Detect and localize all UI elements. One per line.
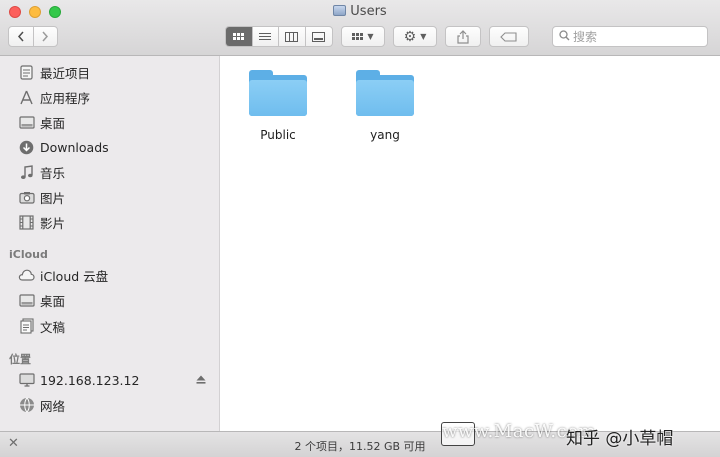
- arrange-button[interactable]: ▼: [341, 26, 385, 47]
- titlebar: Users ▼ ⚙ ▼ 搜索: [0, 0, 720, 56]
- sidebar-item-label: 影片: [40, 215, 66, 231]
- list-view-button[interactable]: [253, 27, 279, 46]
- desktop-icon: [18, 114, 35, 131]
- chevron-right-icon: [42, 31, 49, 42]
- sidebar-item-label: iCloud 云盘: [40, 268, 109, 284]
- gallery-view-icon: [312, 31, 326, 42]
- downloads-icon: [18, 139, 35, 156]
- watermark-zhihu: 知乎 @小草帽: [566, 429, 674, 449]
- drive-icon: [333, 5, 347, 16]
- nav-button-group: [8, 26, 58, 47]
- sidebar-item-label: 桌面: [40, 293, 66, 309]
- window-title-text: Users: [350, 4, 387, 19]
- folder-item[interactable]: Public: [233, 70, 323, 142]
- tag-icon: [500, 31, 517, 42]
- sidebar-item-label: 图片: [40, 190, 66, 206]
- finder-window: Users ▼ ⚙ ▼ 搜索 最近项目 应用程序 桌面 Downloads 音乐…: [0, 0, 720, 457]
- list-view-icon: [259, 31, 272, 42]
- sidebar-item-movies[interactable]: 影片: [18, 212, 65, 232]
- icloud-drive-icon: [18, 267, 35, 284]
- sidebar-item-pictures[interactable]: 图片: [18, 187, 65, 207]
- sidebar-item-music[interactable]: 音乐: [18, 162, 65, 182]
- search-placeholder: 搜索: [573, 30, 598, 44]
- view-mode-group: [225, 26, 333, 47]
- movies-icon: [18, 214, 35, 231]
- search-field[interactable]: 搜索: [552, 26, 708, 47]
- share-icon: [457, 29, 469, 44]
- tags-button[interactable]: [489, 26, 529, 47]
- sidebar-item-downloads[interactable]: Downloads: [18, 137, 109, 157]
- sidebar-item-desktop[interactable]: 桌面: [18, 112, 65, 132]
- file-browser: Public yang: [220, 56, 720, 431]
- sidebar-item-icloud-desktop[interactable]: 桌面: [18, 290, 65, 310]
- sidebar-header-icloud: iCloud: [9, 248, 48, 261]
- sidebar-item-server[interactable]: 192.168.123.12: [18, 370, 139, 390]
- folder-name: yang: [370, 128, 400, 142]
- icon-view-button[interactable]: [226, 27, 253, 46]
- chevron-down-icon: ▼: [420, 32, 427, 41]
- folder-item[interactable]: yang: [340, 70, 430, 142]
- computer-icon: [18, 372, 35, 389]
- forward-button[interactable]: [34, 27, 58, 46]
- column-view-button[interactable]: [279, 27, 306, 46]
- sidebar-item-label: Downloads: [40, 139, 109, 155]
- column-view-icon: [285, 31, 299, 42]
- search-icon: [559, 29, 570, 44]
- eject-icon: [196, 375, 206, 384]
- sidebar-item-icloud-drive[interactable]: iCloud 云盘: [18, 265, 108, 285]
- sidebar-item-documents[interactable]: 文稿: [18, 316, 65, 336]
- network-icon: [18, 397, 35, 414]
- sidebar-item-label: 音乐: [40, 165, 66, 181]
- sidebar-item-label: 应用程序: [40, 90, 91, 106]
- sidebar-item-label: 192.168.123.12: [40, 372, 140, 388]
- chevron-down-icon: ▼: [367, 32, 374, 41]
- arrange-icon: [352, 33, 364, 40]
- folder-name: Public: [260, 128, 296, 142]
- gear-icon: ⚙: [403, 28, 417, 45]
- window-title: Users: [0, 4, 720, 20]
- folder-icon: [356, 70, 414, 116]
- recents-icon: [18, 64, 35, 81]
- action-button[interactable]: ⚙ ▼: [393, 26, 437, 47]
- sidebar-item-network[interactable]: 网络: [18, 395, 65, 415]
- applications-icon: [18, 89, 35, 106]
- share-button[interactable]: [445, 26, 481, 47]
- sidebar-item-label: 文稿: [40, 319, 66, 335]
- icon-view-icon: [233, 33, 245, 40]
- chevron-left-icon: [17, 31, 24, 42]
- back-button[interactable]: [9, 27, 34, 46]
- eject-button[interactable]: [196, 375, 206, 387]
- sidebar-item-recents[interactable]: 最近项目: [18, 62, 90, 82]
- sidebar-header-locations: 位置: [9, 353, 31, 366]
- music-icon: [18, 164, 35, 181]
- gallery-view-button[interactable]: [306, 27, 332, 46]
- documents-icon: [18, 318, 35, 335]
- sidebar-item-label: 网络: [40, 398, 66, 414]
- sidebar-item-applications[interactable]: 应用程序: [18, 87, 90, 107]
- folder-icon: [249, 70, 307, 116]
- sidebar-item-label: 最近项目: [40, 65, 91, 81]
- sidebar: 最近项目 应用程序 桌面 Downloads 音乐 图片 影片 iCloud i…: [0, 56, 220, 431]
- desktop-icon: [18, 292, 35, 309]
- sidebar-item-label: 桌面: [40, 115, 66, 131]
- pictures-icon: [18, 189, 35, 206]
